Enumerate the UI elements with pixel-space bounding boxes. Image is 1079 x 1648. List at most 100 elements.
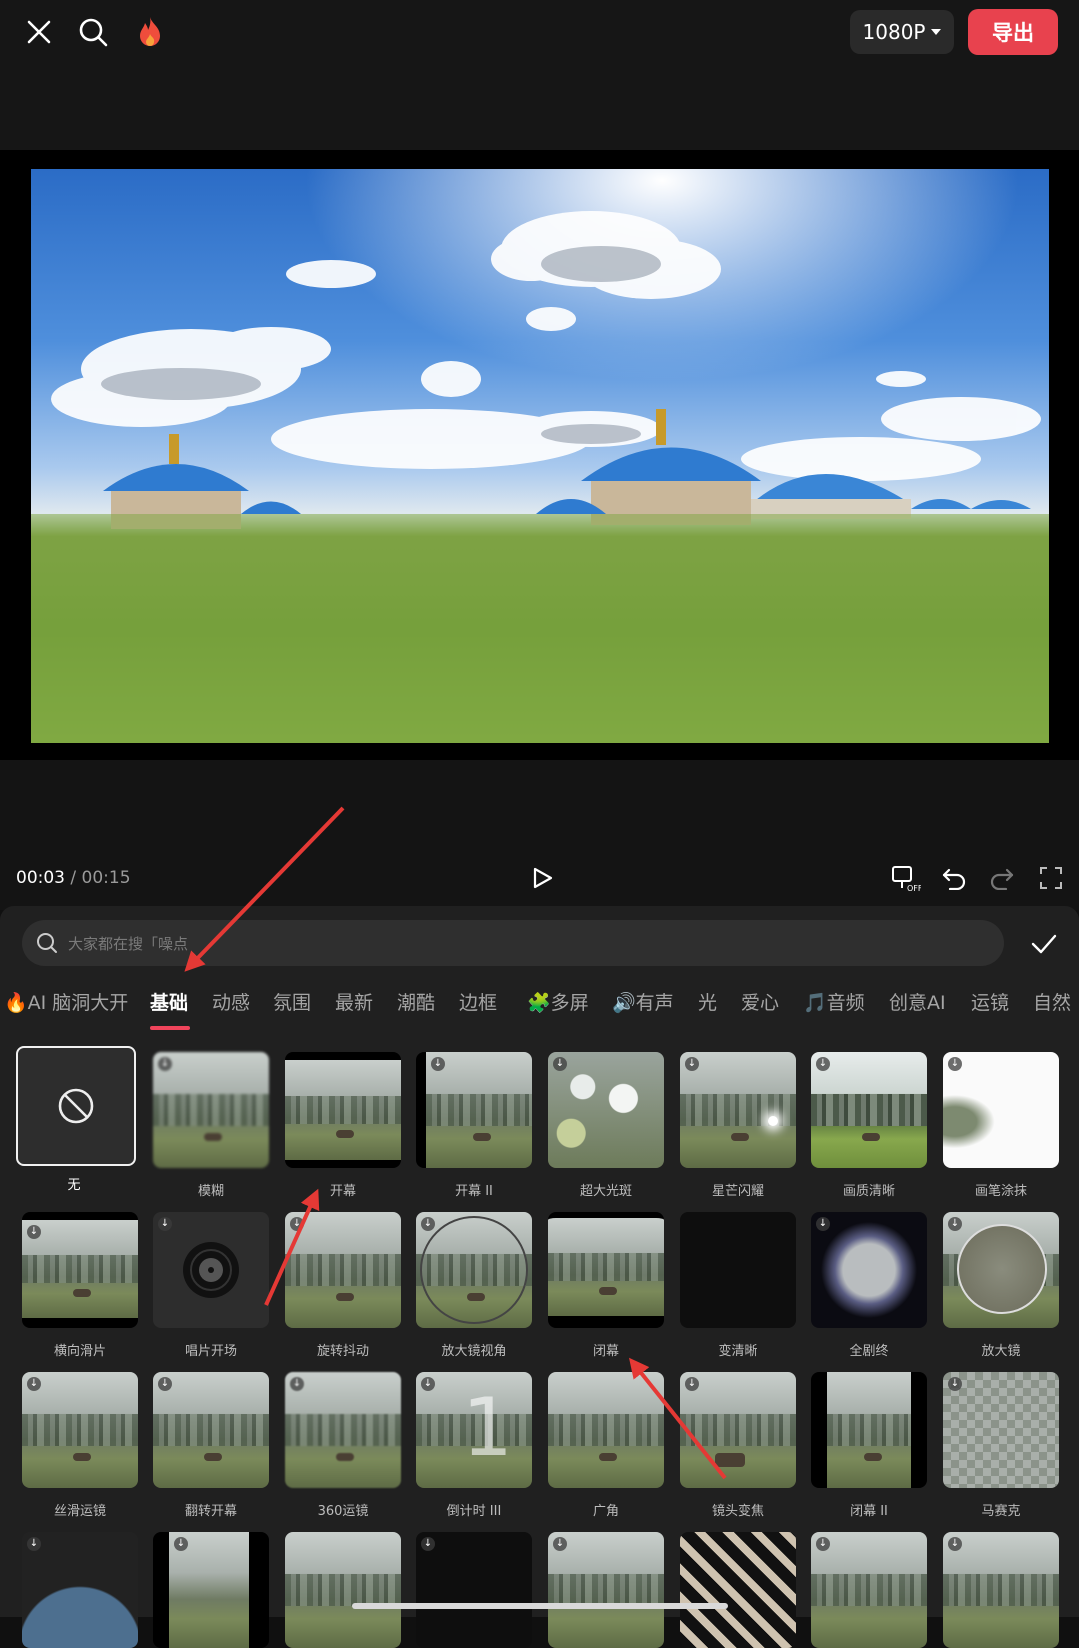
- effect-label: 闭幕 II: [850, 1504, 888, 1519]
- effect-label: 变清晰: [718, 1344, 758, 1359]
- effect-tile[interactable]: [680, 1532, 798, 1648]
- keyframe-off-icon[interactable]: OFF: [890, 862, 922, 894]
- tab-audio[interactable]: 🎵音频: [803, 988, 865, 1015]
- effect-vinyl-intro[interactable]: ↓ 唱片开场: [153, 1212, 271, 1359]
- confirm-icon[interactable]: [1028, 928, 1060, 960]
- effect-thumb: ↓: [22, 1532, 138, 1648]
- effect-become-clear[interactable]: 变清晰: [680, 1212, 798, 1359]
- effect-thumb: [811, 1372, 927, 1488]
- effect-open-curtain[interactable]: 开幕: [285, 1052, 403, 1199]
- effect-big-bokeh[interactable]: ↓ 超大光斑: [548, 1052, 666, 1199]
- effect-label: 丝滑运镜: [53, 1504, 106, 1519]
- effect-tile[interactable]: ↓: [153, 1532, 271, 1648]
- effect-clarity[interactable]: ↓ 画质清晰: [811, 1052, 929, 1199]
- active-tab-indicator: [150, 1026, 190, 1030]
- effect-thumb: ↓: [416, 1052, 532, 1168]
- effect-thumb: ↓: [811, 1052, 927, 1168]
- effect-smooth-camera[interactable]: ↓ 丝滑运镜: [22, 1372, 140, 1519]
- video-preview[interactable]: [31, 169, 1049, 743]
- tab-latest[interactable]: 最新: [335, 988, 373, 1015]
- effect-label: 镜头变焦: [711, 1504, 764, 1519]
- tab-trendy[interactable]: 潮酷: [397, 988, 435, 1015]
- tab-atmosphere[interactable]: 氛围: [273, 988, 311, 1015]
- export-button[interactable]: 导出: [968, 9, 1058, 55]
- effect-thumb: ↓: [22, 1212, 138, 1328]
- tab-basic[interactable]: 基础: [150, 988, 188, 1015]
- effect-thumb: ↓: [811, 1532, 927, 1648]
- effect-label: 模糊: [197, 1184, 224, 1199]
- effect-lens-zoom[interactable]: ↓ 镜头变焦: [680, 1372, 798, 1519]
- effect-thumb: ↓: [680, 1372, 796, 1488]
- time-separator: /: [65, 868, 82, 888]
- effect-thumb: ↓: [943, 1532, 1059, 1648]
- undo-icon[interactable]: [938, 862, 970, 894]
- effect-thumb: ↓: [811, 1212, 927, 1328]
- effect-label: 全剧终: [849, 1344, 889, 1359]
- play-icon[interactable]: [526, 862, 558, 894]
- effect-tile[interactable]: ↓: [416, 1532, 534, 1648]
- home-indicator: [352, 1603, 728, 1609]
- effect-label: 画质清晰: [842, 1184, 895, 1199]
- tab-light[interactable]: 光: [698, 988, 717, 1015]
- effect-thumb: ↓: [22, 1372, 138, 1488]
- effect-thumb: [285, 1532, 401, 1648]
- effect-label: 马赛克: [981, 1504, 1021, 1519]
- tab-multiscreen[interactable]: 🧩多屏: [527, 988, 589, 1015]
- effect-thumb: [285, 1052, 401, 1168]
- resolution-dropdown[interactable]: 1080P: [850, 10, 954, 54]
- redo-icon[interactable]: [986, 862, 1018, 894]
- effect-brush-smear[interactable]: ↓ 画笔涂抹: [943, 1052, 1061, 1199]
- effect-thumb: [16, 1046, 136, 1166]
- effect-magnifier[interactable]: ↓ 放大镜: [943, 1212, 1061, 1359]
- tab-heart[interactable]: 爱心: [741, 988, 779, 1015]
- effect-star-sparkle[interactable]: ↓ 星芒闪耀: [680, 1052, 798, 1199]
- effect-flip-open[interactable]: ↓ 翻转开幕: [153, 1372, 271, 1519]
- flame-icon[interactable]: [130, 12, 170, 52]
- effect-tile[interactable]: ↓: [811, 1532, 929, 1648]
- prohibit-icon: [58, 1088, 94, 1124]
- effect-tile[interactable]: ↓: [22, 1532, 140, 1648]
- effect-tile[interactable]: [285, 1532, 403, 1648]
- effect-360-camera[interactable]: ↓ 360运镜: [285, 1372, 403, 1519]
- effect-thumb: ↓: [285, 1212, 401, 1328]
- tab-creative-ai[interactable]: 创意AI: [889, 988, 946, 1015]
- effect-label: 横向滑片: [53, 1344, 106, 1359]
- close-icon[interactable]: [19, 12, 59, 52]
- fullscreen-icon[interactable]: [1035, 862, 1067, 894]
- effect-blur[interactable]: ↓ 模糊: [153, 1052, 271, 1199]
- tab-dynamic[interactable]: 动感: [212, 988, 250, 1015]
- effect-thumb: ↓ 1: [416, 1372, 532, 1488]
- effect-none[interactable]: 无: [16, 1046, 136, 1193]
- search-input[interactable]: 大家都在搜「噪点: [22, 920, 1004, 966]
- effect-mosaic[interactable]: ↓ 马赛克: [943, 1372, 1061, 1519]
- effect-thumb: ↓: [943, 1052, 1059, 1168]
- tab-ai-brainstorm[interactable]: 🔥AI 脑洞大开: [4, 988, 128, 1015]
- search-icon[interactable]: [73, 12, 113, 52]
- effect-label: 放大镜视角: [441, 1344, 507, 1359]
- category-tabs: 🔥AI 脑洞大开 基础 动感 氛围 最新 潮酷 边框 🧩多屏 🔊有声 光 爱心 …: [0, 980, 1079, 1030]
- tab-border[interactable]: 边框: [459, 988, 497, 1015]
- effect-label: 闭幕: [592, 1344, 619, 1359]
- effect-thumb: ↓: [153, 1212, 269, 1328]
- effect-close-curtain-2[interactable]: 闭幕 II: [811, 1372, 929, 1519]
- vinyl-record-icon: [183, 1242, 239, 1298]
- tab-sound[interactable]: 🔊有声: [612, 988, 674, 1015]
- effect-thumb: ↓: [680, 1052, 796, 1168]
- effect-magnifier-view[interactable]: ↓ 放大镜视角: [416, 1212, 534, 1359]
- effect-countdown-3[interactable]: ↓ 1 倒计时 III: [416, 1372, 534, 1519]
- total-time: 00:15: [81, 868, 131, 888]
- effect-open-curtain-2[interactable]: ↓ 开幕 II: [416, 1052, 534, 1199]
- effect-wide-angle[interactable]: 广角: [548, 1372, 666, 1519]
- tab-camera[interactable]: 运镜: [971, 988, 1009, 1015]
- effect-the-end[interactable]: ↓ 全剧终: [811, 1212, 929, 1359]
- effect-label: 翻转开幕: [184, 1504, 237, 1519]
- tab-nature[interactable]: 自然: [1033, 988, 1071, 1015]
- effect-tile[interactable]: ↓: [943, 1532, 1061, 1648]
- effect-tile[interactable]: ↓: [548, 1532, 666, 1648]
- effect-close-curtain[interactable]: 闭幕: [548, 1212, 666, 1359]
- effect-spin-shake[interactable]: ↓ 旋转抖动: [285, 1212, 403, 1359]
- effect-horizontal-slide[interactable]: ↓ 横向滑片: [22, 1212, 140, 1359]
- search-placeholder: 大家都在搜「噪点: [68, 934, 189, 953]
- effect-thumb: [548, 1372, 664, 1488]
- chevron-down-icon: [931, 29, 942, 35]
